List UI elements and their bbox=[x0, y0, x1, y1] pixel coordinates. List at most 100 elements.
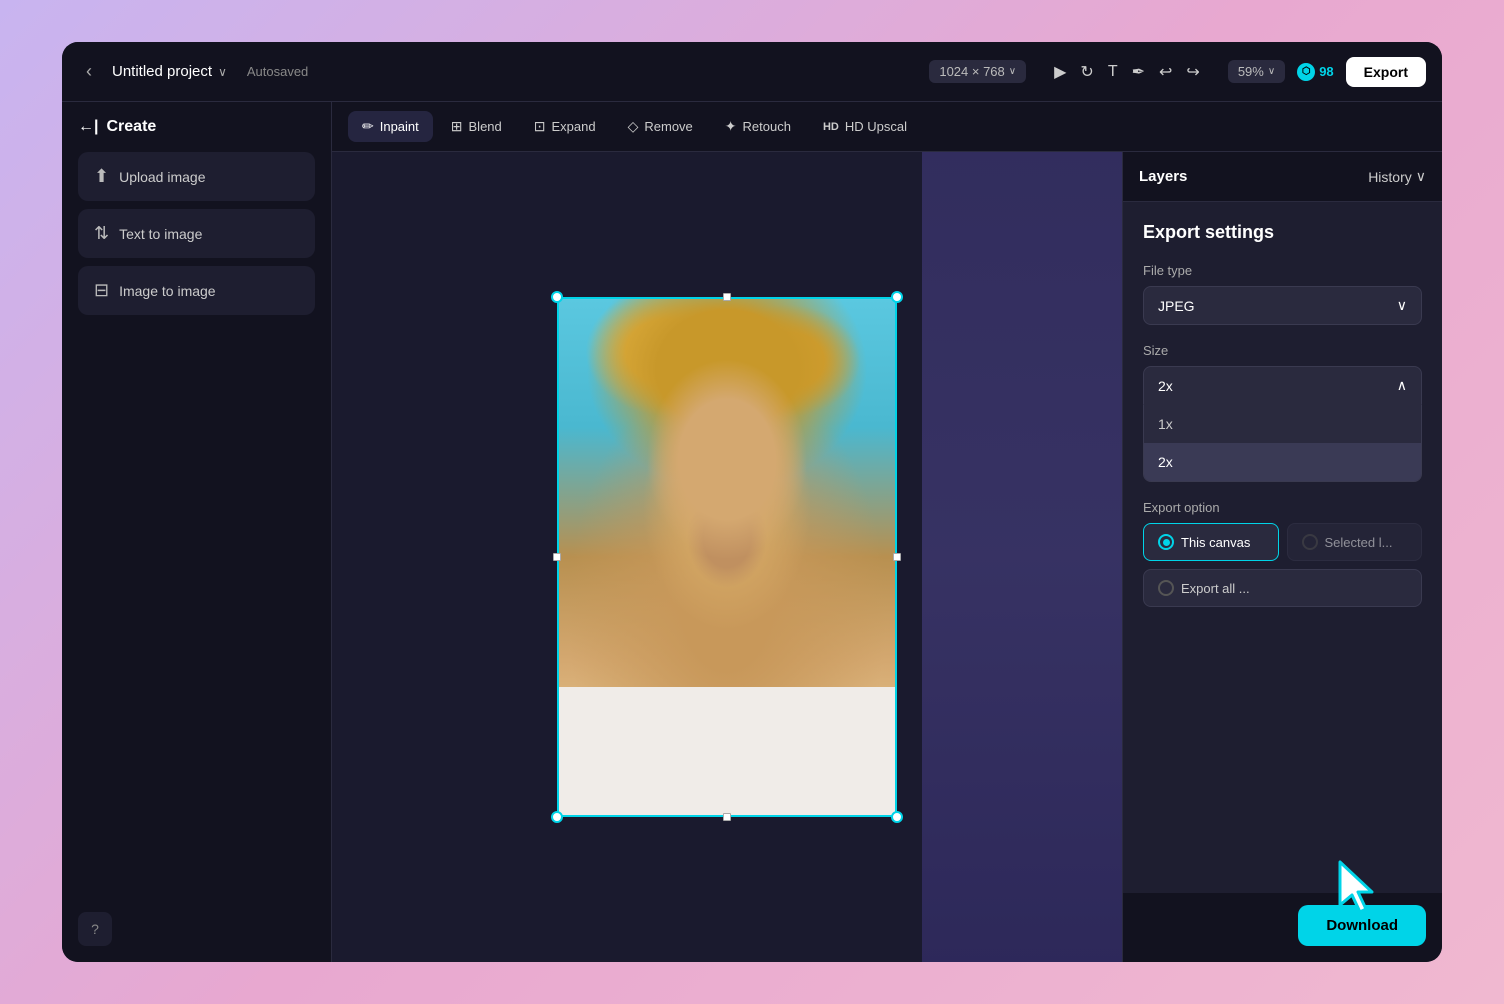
retouch-tool-button[interactable]: ✦ Retouch bbox=[711, 111, 805, 142]
size-option-1x[interactable]: 1x bbox=[1144, 405, 1421, 443]
canvas-dimensions[interactable]: 1024 × 768 ∨ bbox=[929, 60, 1026, 83]
size-dropdown: 1x 2x bbox=[1143, 405, 1422, 482]
select-tool-icon[interactable]: ▶ bbox=[1054, 62, 1066, 82]
create-arrow-icon: ←| bbox=[78, 118, 98, 136]
title-area: Untitled project ∨ bbox=[112, 63, 227, 80]
export-panel: Export settings File type JPEG ∨ Size bbox=[1123, 202, 1442, 893]
sidebar-item-image-to-image[interactable]: ⊟ Image to image bbox=[78, 266, 315, 315]
handle-bottom-left[interactable] bbox=[551, 811, 563, 823]
this-canvas-label: This canvas bbox=[1181, 535, 1250, 550]
export-option-group: Export option This canvas Selected l... bbox=[1143, 500, 1422, 607]
blend-label: Blend bbox=[469, 119, 502, 134]
sidebar-item-text-to-image[interactable]: ⇅ Text to image bbox=[78, 209, 315, 258]
retouch-icon: ✦ bbox=[725, 118, 737, 135]
upload-image-label: Upload image bbox=[119, 169, 205, 185]
text-to-image-icon: ⇅ bbox=[94, 223, 109, 244]
selected-label: Selected l... bbox=[1325, 535, 1393, 550]
inpaint-label: Inpaint bbox=[380, 119, 419, 134]
remove-icon: ◇ bbox=[628, 118, 639, 135]
sidebar-title: Create bbox=[106, 118, 156, 136]
handle-mid-top[interactable] bbox=[723, 293, 731, 301]
handle-top-right[interactable] bbox=[891, 291, 903, 303]
zoom-chevron-icon: ∨ bbox=[1268, 66, 1275, 77]
image-to-image-label: Image to image bbox=[119, 283, 216, 299]
text-tool-icon[interactable]: T bbox=[1108, 63, 1118, 81]
file-type-chevron-icon: ∨ bbox=[1397, 297, 1407, 314]
export-button[interactable]: Export bbox=[1346, 57, 1426, 87]
header-tool-icons: ▶ ↻ T ✒ ↩ ↪ bbox=[1054, 62, 1200, 82]
title-chevron-icon[interactable]: ∨ bbox=[218, 65, 227, 79]
handle-mid-left[interactable] bbox=[553, 553, 561, 561]
size-label: Size bbox=[1143, 343, 1422, 358]
credits-display: ⬡ 98 bbox=[1297, 63, 1333, 81]
file-type-select[interactable]: JPEG ∨ bbox=[1143, 286, 1422, 325]
file-type-group: File type JPEG ∨ bbox=[1143, 263, 1422, 325]
selected-radio-dot bbox=[1302, 534, 1318, 550]
zoom-control[interactable]: 59% ∨ bbox=[1228, 60, 1285, 83]
redo-icon[interactable]: ↪ bbox=[1186, 62, 1199, 82]
canvas-image-wrapper[interactable] bbox=[557, 297, 897, 817]
export-all-button[interactable]: Export all ... bbox=[1143, 569, 1422, 607]
undo-icon[interactable]: ↩ bbox=[1159, 62, 1172, 82]
blend-tool-button[interactable]: ⊞ Blend bbox=[437, 111, 516, 142]
size-select[interactable]: 2x ∧ bbox=[1143, 366, 1422, 405]
size-chevron-icon: ∧ bbox=[1397, 377, 1407, 394]
dims-chevron-icon: ∨ bbox=[1009, 66, 1016, 77]
inpaint-tool-button[interactable]: ✏ Inpaint bbox=[348, 111, 433, 142]
back-button[interactable]: ‹ bbox=[78, 57, 100, 86]
app-window: ‹ Untitled project ∨ Autosaved 1024 × 76… bbox=[62, 42, 1442, 962]
canvas-and-panel: Layers History ∨ Export settings File ty… bbox=[332, 152, 1442, 962]
header: ‹ Untitled project ∨ Autosaved 1024 × 76… bbox=[62, 42, 1442, 102]
sidebar: ←| Create ⬆ Upload image ⇅ Text to image… bbox=[62, 102, 332, 962]
canvas-viewport[interactable] bbox=[332, 152, 1122, 962]
handle-mid-bottom[interactable] bbox=[723, 813, 731, 821]
rotate-tool-icon[interactable]: ↻ bbox=[1080, 62, 1093, 82]
sidebar-item-upload-image[interactable]: ⬆ Upload image bbox=[78, 152, 315, 201]
remove-label: Remove bbox=[644, 119, 692, 134]
handle-bottom-right[interactable] bbox=[891, 811, 903, 823]
pen-tool-icon[interactable]: ✒ bbox=[1132, 62, 1145, 82]
radio-group: This canvas Selected l... bbox=[1143, 523, 1422, 561]
history-chevron-icon: ∨ bbox=[1416, 168, 1426, 185]
size-group: Size 2x ∧ 1x 2x bbox=[1143, 343, 1422, 482]
autosaved-status: Autosaved bbox=[247, 64, 308, 79]
main-content: ←| Create ⬆ Upload image ⇅ Text to image… bbox=[62, 102, 1442, 962]
upscal-label: HD Upscal bbox=[845, 119, 907, 134]
this-canvas-radio-dot bbox=[1158, 534, 1174, 550]
sidebar-footer: ? bbox=[78, 912, 315, 946]
download-area: Download bbox=[1123, 893, 1442, 962]
blend-icon: ⊞ bbox=[451, 118, 463, 135]
inpaint-icon: ✏ bbox=[362, 118, 374, 135]
export-all-radio-dot bbox=[1158, 580, 1174, 596]
text-to-image-label: Text to image bbox=[119, 226, 202, 242]
handle-top-left[interactable] bbox=[551, 291, 563, 303]
export-all-label: Export all ... bbox=[1181, 581, 1250, 596]
shirt-layer bbox=[557, 687, 897, 817]
upscal-tool-button[interactable]: HD HD Upscal bbox=[809, 112, 921, 141]
layers-tab[interactable]: Layers bbox=[1139, 168, 1187, 185]
retouch-label: Retouch bbox=[743, 119, 791, 134]
canvas-column: ✏ Inpaint ⊞ Blend ⊡ Expand ◇ Remove ✦ bbox=[332, 102, 1442, 962]
image-to-image-icon: ⊟ bbox=[94, 280, 109, 301]
expand-tool-button[interactable]: ⊡ Expand bbox=[520, 111, 610, 142]
export-title: Export settings bbox=[1143, 222, 1422, 243]
upload-image-icon: ⬆ bbox=[94, 166, 109, 187]
handle-mid-right[interactable] bbox=[893, 553, 901, 561]
sidebar-header: ←| Create bbox=[78, 118, 315, 136]
export-option-label: Export option bbox=[1143, 500, 1422, 515]
selected-option[interactable]: Selected l... bbox=[1287, 523, 1423, 561]
file-type-label: File type bbox=[1143, 263, 1422, 278]
download-button[interactable]: Download bbox=[1298, 905, 1426, 946]
this-canvas-option[interactable]: This canvas bbox=[1143, 523, 1279, 561]
size-option-2x[interactable]: 2x bbox=[1144, 443, 1421, 481]
remove-tool-button[interactable]: ◇ Remove bbox=[614, 111, 707, 142]
expand-label: Expand bbox=[552, 119, 596, 134]
credits-icon: ⬡ bbox=[1297, 63, 1315, 81]
project-title: Untitled project bbox=[112, 63, 212, 80]
canvas-image bbox=[557, 297, 897, 817]
panel-header: Layers History ∨ bbox=[1123, 152, 1442, 202]
help-button[interactable]: ? bbox=[78, 912, 112, 946]
face-layer bbox=[591, 323, 863, 713]
decoration-bg bbox=[922, 152, 1122, 962]
history-tab[interactable]: History ∨ bbox=[1368, 168, 1426, 185]
